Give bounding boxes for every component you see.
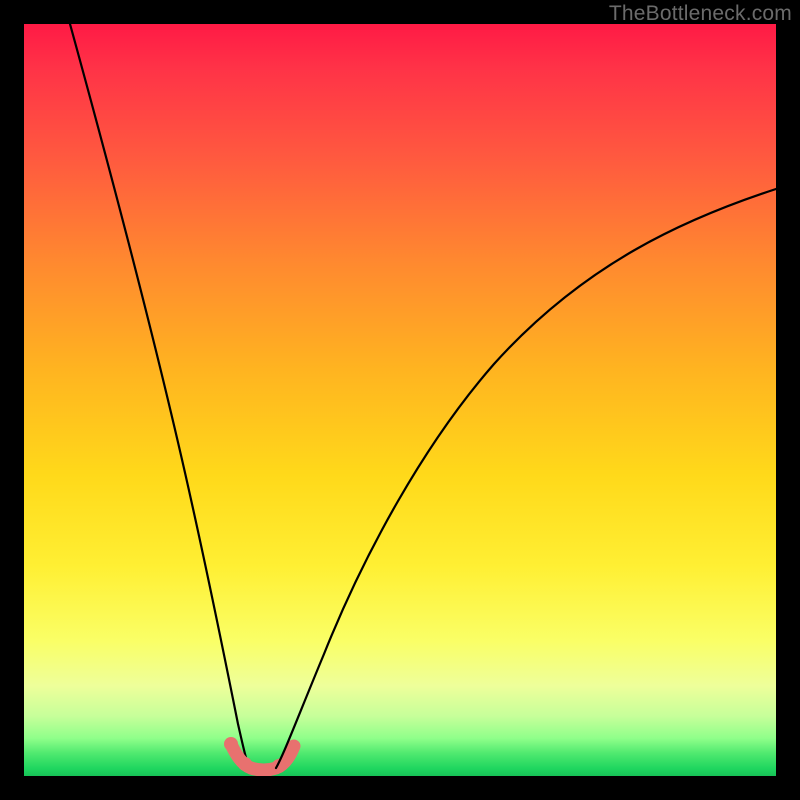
valley-dot [238,757,252,771]
valley-dot [224,737,238,751]
watermark-text: TheBottleneck.com [609,2,792,26]
chart-plot-area [24,24,776,776]
bottleneck-curve-svg [24,24,776,776]
curve-left-branch [70,24,249,768]
curve-right-branch [276,189,776,768]
